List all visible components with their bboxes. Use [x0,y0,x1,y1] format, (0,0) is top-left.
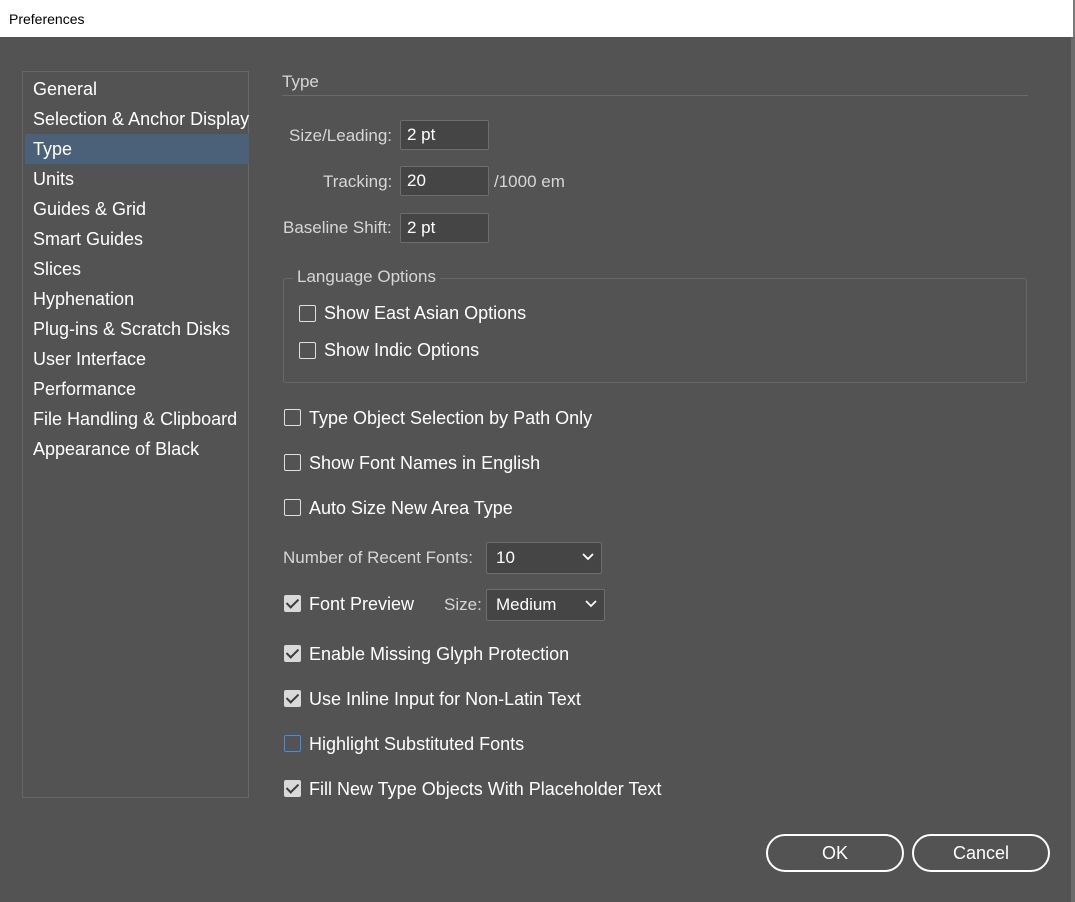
language-options-title: Language Options [293,267,440,287]
recent-fonts-value: 10 [496,548,515,567]
placeholder-text-label[interactable]: Fill New Type Objects With Placeholder T… [309,779,661,800]
tracking-label: Tracking: [323,172,393,191]
show-east-asian-label[interactable]: Show East Asian Options [324,303,526,324]
cancel-button[interactable]: Cancel [912,834,1050,872]
highlight-substituted-checkbox[interactable] [284,735,301,752]
tracking-input[interactable]: 20 [400,166,489,196]
sidebar-item-slices[interactable]: Slices [25,254,249,284]
sidebar-item-guides-grid[interactable]: Guides & Grid [25,194,249,224]
sidebar-item-performance[interactable]: Performance [25,374,249,404]
tracking-unit: /1000 em [494,172,565,191]
baseline-shift-input[interactable]: 2 pt [400,213,489,243]
sidebar-item-units[interactable]: Units [25,164,249,194]
auto-size-checkbox[interactable] [284,499,301,516]
window-edge [1071,37,1075,902]
inline-input-label[interactable]: Use Inline Input for Non-Latin Text [309,689,581,710]
font-names-english-checkbox[interactable] [284,454,301,471]
section-title: Type [282,72,319,91]
sidebar-item-plugins-scratch-disks[interactable]: Plug-ins & Scratch Disks [25,314,249,344]
sidebar-item-hyphenation[interactable]: Hyphenation [25,284,249,314]
sidebar-item-general[interactable]: General [25,74,249,104]
recent-fonts-select[interactable]: 10 [486,542,602,574]
sidebar-item-type[interactable]: Type [25,134,249,164]
ok-button[interactable]: OK [766,834,904,872]
font-preview-size-select[interactable]: Medium [486,589,605,621]
title-bar: Preferences [0,0,1075,37]
type-object-selection-checkbox[interactable] [284,409,301,426]
baseline-shift-label: Baseline Shift: [283,218,392,237]
highlight-substituted-label[interactable]: Highlight Substituted Fonts [309,734,524,755]
sidebar-item-user-interface[interactable]: User Interface [25,344,249,374]
sidebar-item-smart-guides[interactable]: Smart Guides [25,224,249,254]
recent-fonts-label: Number of Recent Fonts: [283,548,473,567]
placeholder-text-checkbox[interactable] [284,780,301,797]
show-indic-checkbox[interactable] [299,342,316,359]
chevron-down-icon [585,600,597,608]
show-east-asian-checkbox[interactable] [299,305,316,322]
sidebar-item-file-handling-clipboard[interactable]: File Handling & Clipboard [25,404,249,434]
show-indic-label[interactable]: Show Indic Options [324,340,479,361]
font-preview-size-label: Size: [444,595,482,614]
font-preview-size-value: Medium [496,595,557,614]
font-names-english-label[interactable]: Show Font Names in English [309,453,540,474]
type-object-selection-label[interactable]: Type Object Selection by Path Only [309,408,592,429]
size-leading-label: Size/Leading: [289,126,393,145]
missing-glyph-checkbox[interactable] [284,645,301,662]
missing-glyph-label[interactable]: Enable Missing Glyph Protection [309,644,569,665]
sidebar-item-selection-anchor-display[interactable]: Selection & Anchor Display [25,104,249,134]
size-leading-input[interactable]: 2 pt [400,120,489,150]
chevron-down-icon [582,553,594,561]
preferences-sidebar: General Selection & Anchor Display Type … [22,71,249,798]
section-divider [282,95,1028,96]
auto-size-label[interactable]: Auto Size New Area Type [309,498,513,519]
window-title: Preferences [9,11,85,27]
font-preview-label[interactable]: Font Preview [309,594,414,615]
font-preview-checkbox[interactable] [284,595,301,612]
sidebar-item-appearance-of-black[interactable]: Appearance of Black [25,434,249,464]
inline-input-checkbox[interactable] [284,690,301,707]
language-options-group [283,278,1027,383]
